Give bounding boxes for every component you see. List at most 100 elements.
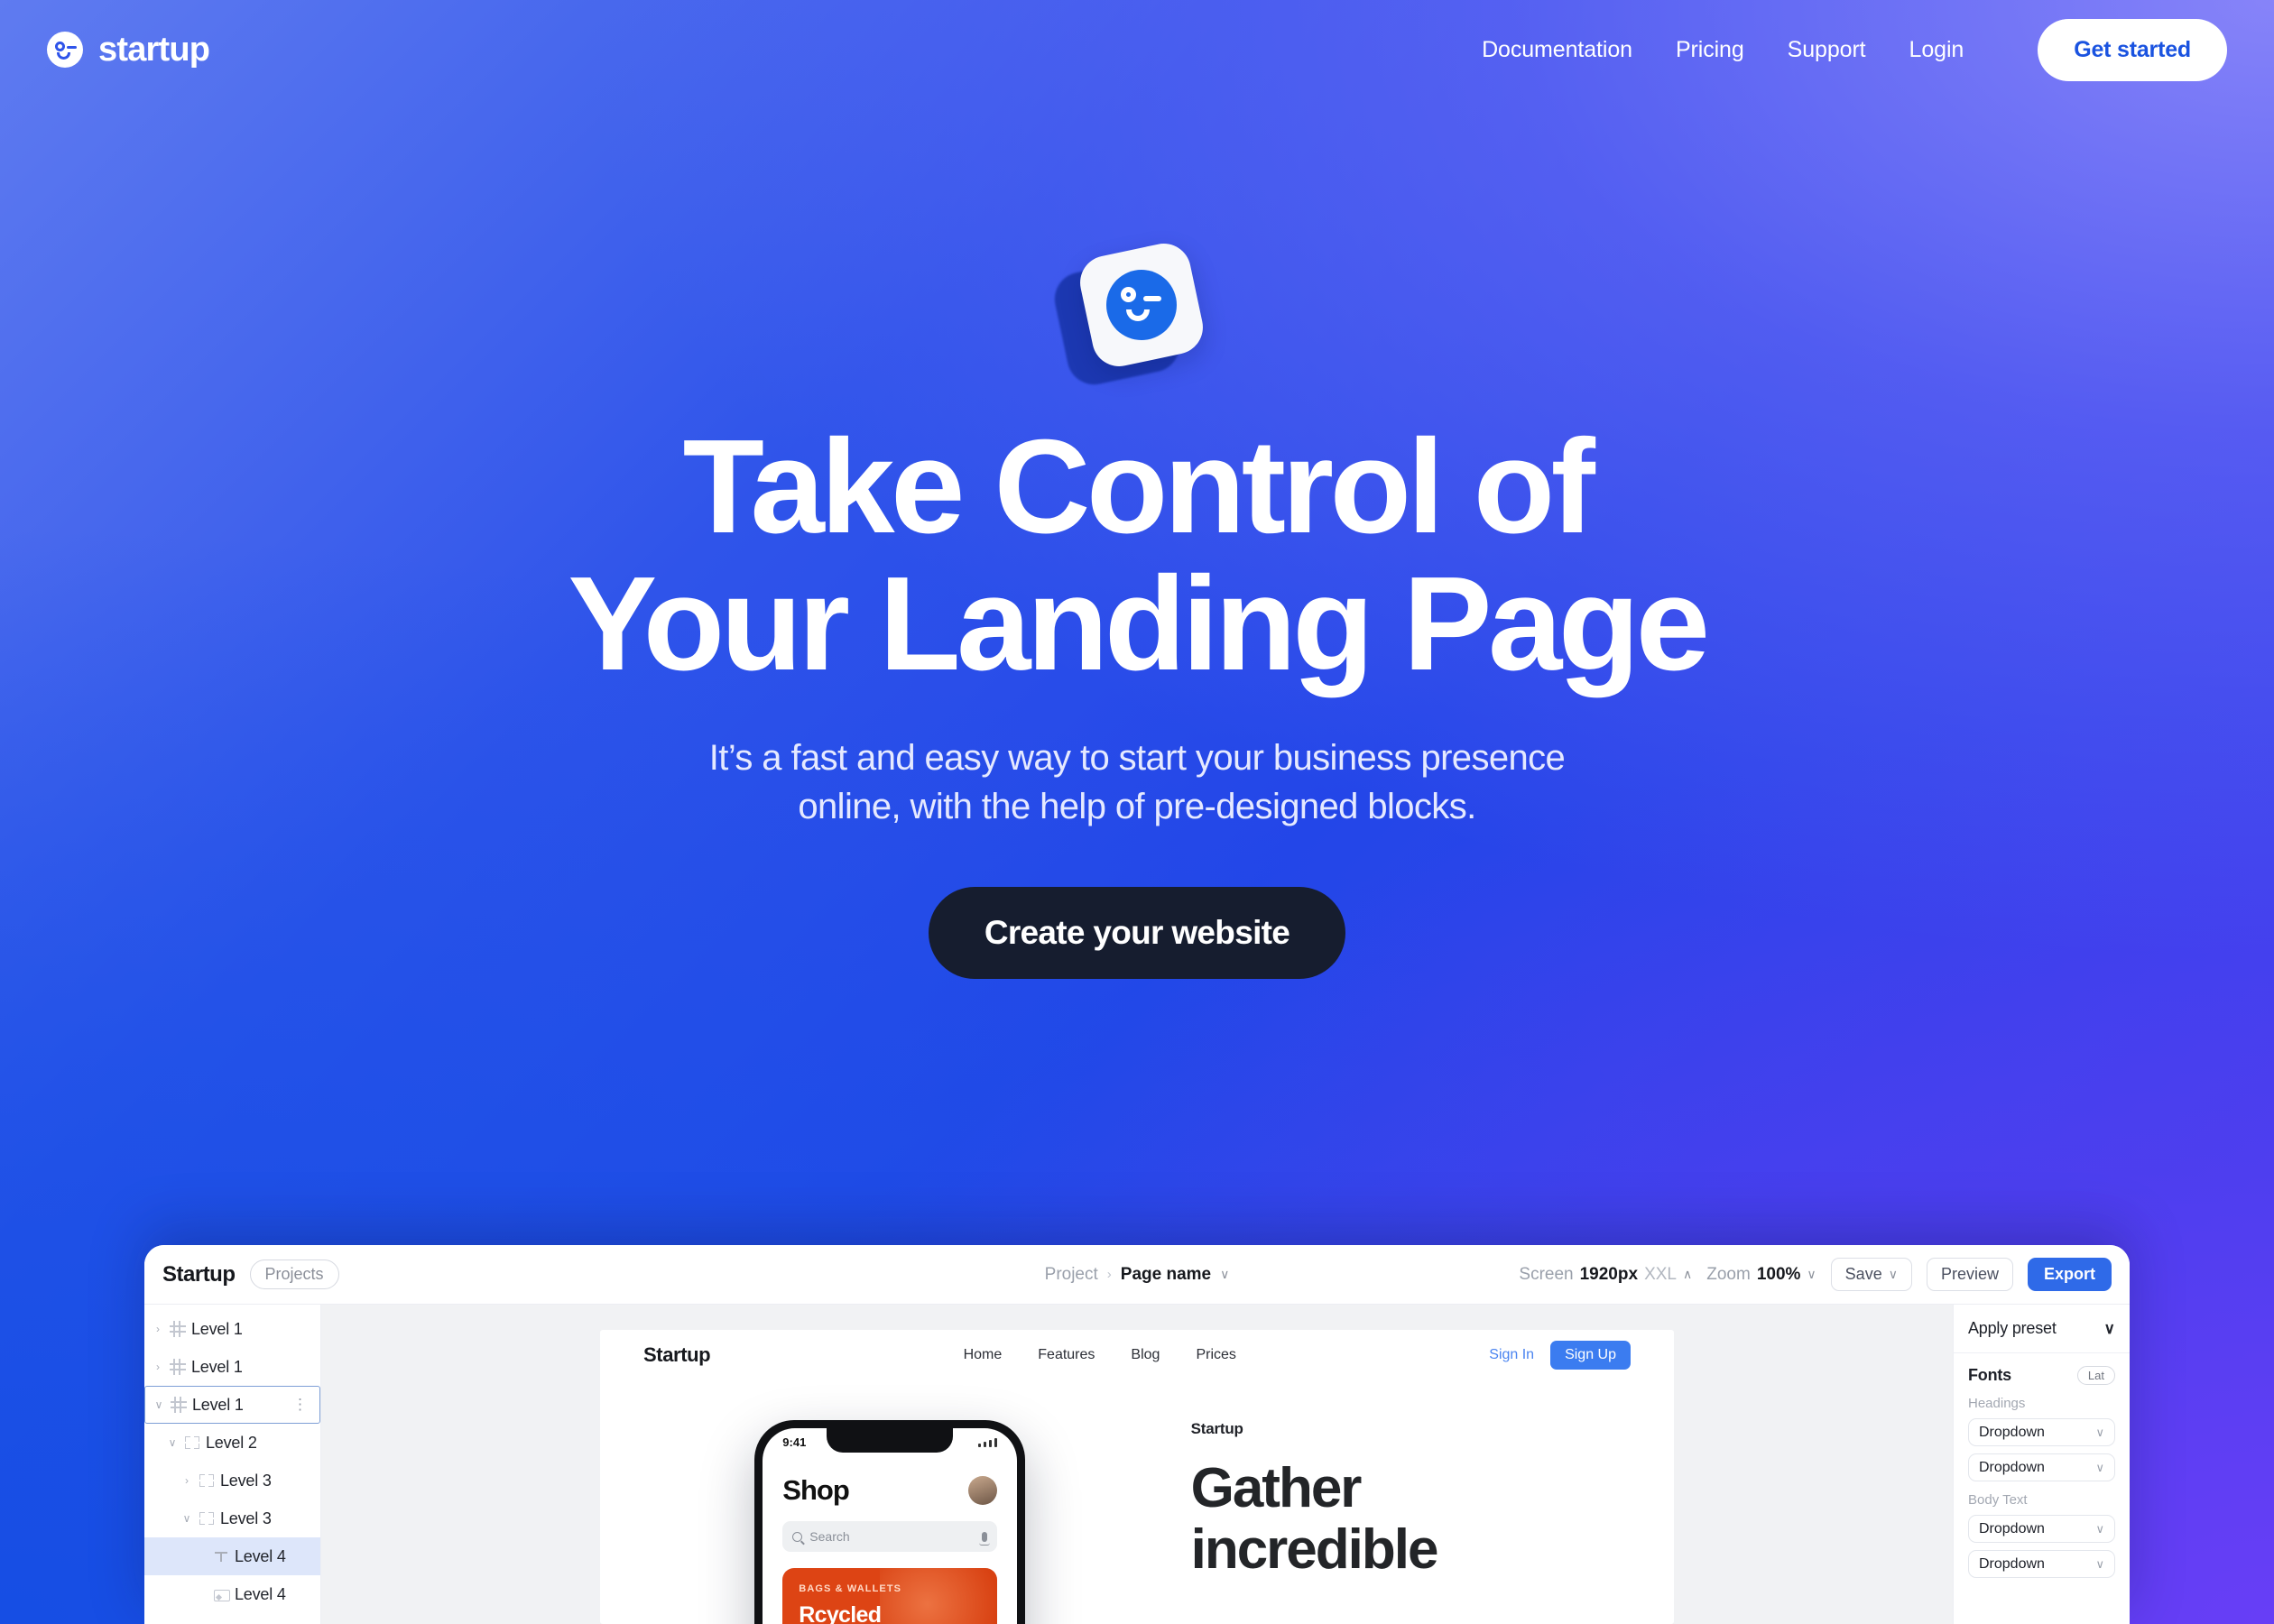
create-your-website-button[interactable]: Create your website (928, 886, 1346, 979)
layer-more-options-icon[interactable]: ⋮ (292, 1397, 309, 1412)
zoom-value: 100% (1756, 1264, 1801, 1284)
chevron-down-icon: ∨ (2103, 1319, 2115, 1337)
chevron-right-icon[interactable]: › (180, 1474, 193, 1487)
layer-row[interactable]: Level 4 (144, 1537, 320, 1575)
chevron-down-icon: ∨ (1888, 1267, 1898, 1281)
preview-nav-features[interactable]: Features (1038, 1347, 1095, 1363)
headings-label: Headings (1968, 1396, 2026, 1411)
preview-nav-home[interactable]: Home (964, 1347, 1003, 1363)
layer-label: Level 3 (220, 1471, 272, 1490)
preview-nav-prices[interactable]: Prices (1196, 1347, 1235, 1363)
properties-panel: Apply preset ∨ Fonts Lat Headings Dropdo… (1953, 1305, 2130, 1624)
breadcrumb-project[interactable]: Project (1045, 1265, 1098, 1285)
layer-label: Level 4 (235, 1546, 286, 1565)
hero-icon-tile (1075, 238, 1208, 372)
chevron-down-icon[interactable]: ∨ (166, 1436, 179, 1449)
save-button[interactable]: Save ∨ (1830, 1258, 1912, 1291)
text-icon (213, 1548, 229, 1564)
layer-row[interactable]: › Level 3 (144, 1462, 320, 1499)
chevron-down-icon: ∨ (2095, 1460, 2104, 1474)
apply-preset-label: Apply preset (1968, 1319, 2057, 1337)
phone-search-field[interactable]: Search (782, 1521, 998, 1552)
hero-subtitle: It’s a fast and easy way to start your b… (568, 734, 1706, 831)
layer-row[interactable]: › Level 1 (144, 1348, 320, 1386)
chevron-right-icon[interactable]: › (152, 1323, 164, 1335)
layer-label: Level 3 (220, 1509, 272, 1527)
breadcrumb: Project › Page name ∨ (1045, 1265, 1230, 1285)
toolbar-right-group: Screen 1920px XXL ∧ Zoom 100% ∨ Save ∨ P… (1519, 1258, 2112, 1291)
avatar[interactable] (968, 1476, 998, 1505)
body-font-value-2: Dropdown (1979, 1555, 2045, 1572)
chevron-down-icon[interactable]: ∨ (180, 1512, 193, 1525)
grid-icon (170, 1321, 186, 1337)
sign-up-button[interactable]: Sign Up (1550, 1341, 1631, 1370)
fonts-language-badge[interactable]: Lat (2076, 1366, 2115, 1385)
chevron-down-icon: ∨ (2095, 1521, 2104, 1536)
hero-title-line-2: Your Landing Page (568, 549, 1710, 699)
preview-copy-kicker: Startup (1190, 1420, 1243, 1437)
promo-kicker: BAGS & WALLETS (799, 1583, 902, 1594)
chevron-down-icon[interactable]: ∨ (1220, 1267, 1229, 1282)
app-badge-winking-face-icon (1049, 238, 1208, 390)
layer-row[interactable]: › Level 1 (144, 1310, 320, 1348)
headings-font-value-1: Dropdown (1979, 1424, 2045, 1440)
preview-button[interactable]: Preview (1926, 1258, 2013, 1291)
hero-subtitle-line-1: It’s a fast and easy way to start your b… (708, 737, 1566, 778)
layer-row[interactable]: ∨ Level 1 ⋮ (144, 1386, 320, 1424)
screen-label: Screen (1519, 1264, 1574, 1284)
preview-copy-title-line-1: Gather (1190, 1457, 1363, 1519)
fonts-header: Fonts Lat (1968, 1366, 2115, 1385)
body-font-value-1: Dropdown (1979, 1520, 2045, 1536)
editor-toolbar: Startup Projects Project › Page name ∨ S… (144, 1245, 2130, 1305)
screen-size-control[interactable]: Screen 1920px XXL ∧ (1519, 1265, 1692, 1285)
chevron-up-icon: ∧ (1682, 1267, 1693, 1281)
editor-brand: Startup (162, 1261, 236, 1287)
frame-icon (199, 1472, 215, 1489)
image-icon (213, 1586, 230, 1602)
body-font-dropdown-2[interactable]: Dropdown ∨ (1968, 1550, 2115, 1578)
phone-screen: 9:41 Shop Search BAGS & WALLETS Rcycled (763, 1428, 1018, 1624)
phone-promo-card[interactable]: BAGS & WALLETS Rcycled polyester (782, 1568, 998, 1624)
sign-in-link[interactable]: Sign In (1489, 1347, 1534, 1363)
preview-copy-title-line-2: incredible (1190, 1518, 1439, 1582)
signal-bars-icon (978, 1437, 998, 1447)
chevron-down-icon: ∨ (2095, 1556, 2104, 1571)
headings-font-value-2: Dropdown (1979, 1459, 2045, 1475)
layer-row[interactable]: Level 3 (144, 1613, 320, 1624)
chevron-down-icon[interactable]: ∨ (153, 1398, 165, 1411)
breadcrumb-separator-icon: › (1106, 1267, 1112, 1282)
layer-label: Level 1 (192, 1395, 244, 1414)
layer-row[interactable]: ∨ Level 3 (144, 1499, 320, 1537)
layer-label: Level 1 (191, 1357, 243, 1376)
chevron-right-icon[interactable]: › (152, 1361, 164, 1373)
export-button[interactable]: Export (2027, 1258, 2112, 1291)
zoom-control[interactable]: Zoom 100% ∨ (1706, 1265, 1816, 1285)
preview-nav-blog[interactable]: Blog (1131, 1347, 1160, 1363)
phone-shop-header: Shop (763, 1449, 1017, 1507)
chevron-down-icon: ∨ (2095, 1425, 2104, 1439)
phone-mockup-column: 9:41 Shop Search BAGS & WALLETS Rcycled (600, 1420, 1180, 1624)
microphone-icon[interactable] (979, 1531, 991, 1546)
breadcrumb-page-name[interactable]: Page name (1121, 1265, 1211, 1285)
body-font-dropdown-1[interactable]: Dropdown ∨ (1968, 1515, 2115, 1543)
layers-panel: › Level 1 › Level 1 ∨ Level 1 ⋮ ∨ Level 2 › Level … (144, 1305, 321, 1624)
preview-copy-title: Gather incredible (1190, 1457, 1674, 1582)
projects-button[interactable]: Projects (249, 1260, 339, 1289)
fonts-label: Fonts (1968, 1366, 2011, 1384)
editor-canvas[interactable]: Startup Home Features Blog Prices Sign I… (321, 1305, 1953, 1624)
layer-row[interactable]: Level 4 (144, 1575, 320, 1613)
screen-size-tag: XXL (1644, 1264, 1677, 1284)
layer-row[interactable]: ∨ Level 2 (144, 1424, 320, 1462)
apply-preset-row[interactable]: Apply preset ∨ (1954, 1305, 2130, 1353)
headings-font-dropdown-2[interactable]: Dropdown ∨ (1968, 1453, 2115, 1481)
layer-label: Level 4 (235, 1584, 286, 1603)
zoom-label: Zoom (1706, 1264, 1751, 1284)
preview-hero: 9:41 Shop Search BAGS & WALLETS Rcycled … (600, 1380, 1674, 1624)
preview-copy-column: Startup Gather incredible (1180, 1420, 1674, 1624)
headings-font-dropdown-1[interactable]: Dropdown ∨ (1968, 1418, 2115, 1446)
save-label: Save (1844, 1265, 1882, 1283)
phone-mockup: 9:41 Shop Search BAGS & WALLETS Rcycled (754, 1420, 1026, 1624)
preview-site-header: Startup Home Features Blog Prices Sign I… (600, 1330, 1674, 1380)
frame-icon (199, 1510, 215, 1527)
chevron-down-icon: ∨ (1807, 1267, 1816, 1281)
